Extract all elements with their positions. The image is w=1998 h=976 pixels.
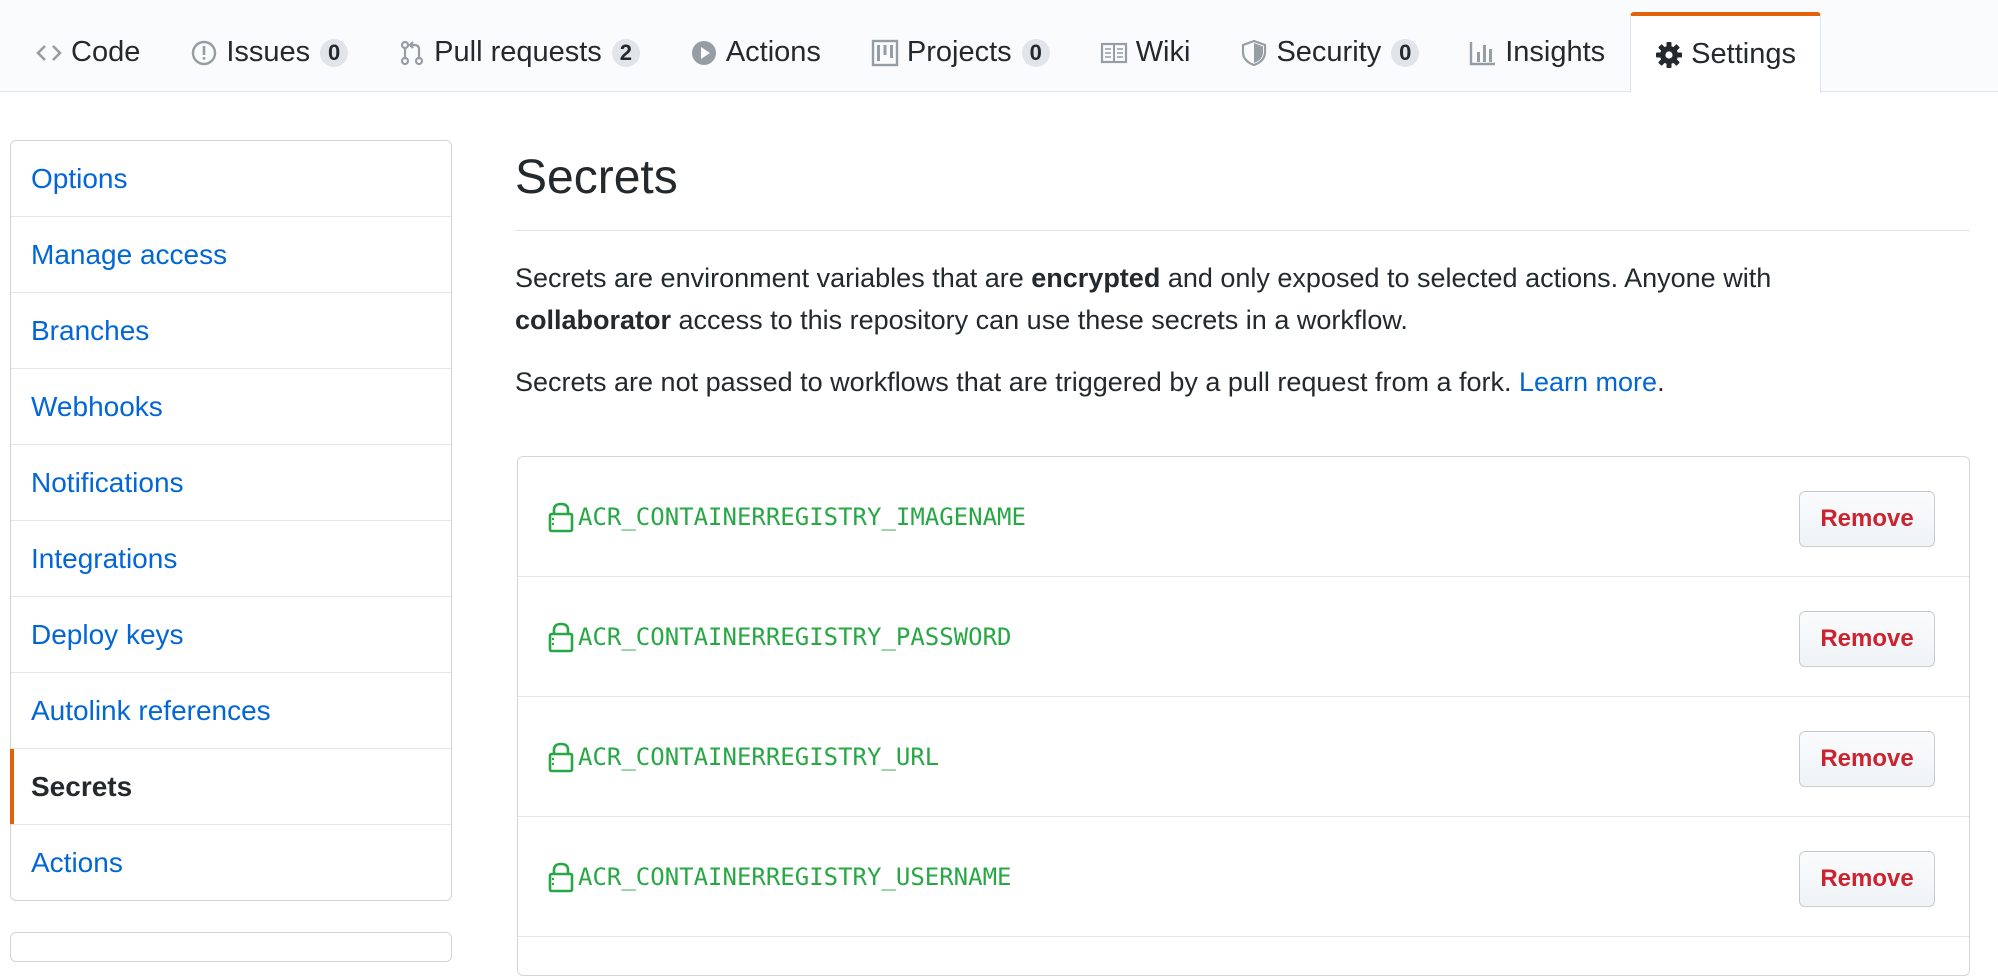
sidebar-item-actions[interactable]: Actions [11, 825, 451, 900]
tab-code[interactable]: Code [34, 12, 165, 92]
tab-pull-requests[interactable]: Pull requests 2 [373, 12, 665, 92]
shield-icon [1240, 39, 1268, 67]
tab-insights[interactable]: Insights [1444, 12, 1630, 92]
remove-secret-button[interactable]: Remove [1799, 491, 1935, 547]
tab-wiki[interactable]: Wiki [1075, 12, 1216, 92]
repo-nav: Code Issues 0 Pull requests 2 Actions Pr… [0, 0, 1998, 93]
tab-settings[interactable]: Settings [1630, 12, 1821, 93]
sidebar-item-deploy-keys[interactable]: Deploy keys [11, 597, 451, 673]
desc-text: access to this repository can use these … [671, 305, 1408, 335]
book-icon [1100, 39, 1128, 67]
issues-count-badge: 0 [320, 38, 349, 67]
tab-label: Wiki [1135, 36, 1191, 68]
desc-text: and only exposed to selected actions. An… [1160, 263, 1772, 293]
secret-name: ACR_CONTAINERREGISTRY_URL [578, 742, 940, 771]
page-title: Secrets [515, 140, 1970, 231]
secret-name: ACR_CONTAINERREGISTRY_USERNAME [578, 862, 1012, 891]
tab-label: Issues [226, 36, 311, 68]
lock-icon [548, 861, 574, 893]
lock-icon [548, 501, 574, 533]
repo-tabs: Code Issues 0 Pull requests 2 Actions Pr… [34, 12, 1821, 93]
projects-count-badge: 0 [1021, 38, 1050, 67]
secrets-description: Secrets are environment variables that a… [515, 257, 1970, 341]
play-icon [690, 39, 718, 67]
desc-bold-collaborator: collaborator [515, 305, 672, 335]
tab-label: Pull requests [434, 36, 602, 68]
secret-row: ACR_CONTAINERREGISTRY_PASSWORD Remove [518, 577, 1969, 697]
pull-requests-count-badge: 2 [611, 38, 640, 67]
graph-icon [1469, 39, 1497, 67]
lock-icon [548, 621, 574, 653]
secrets-list: ACR_CONTAINERREGISTRY_IMAGENAME Remove A… [517, 456, 1970, 976]
tab-issues[interactable]: Issues 0 [165, 12, 373, 92]
settings-sidebar: Options Manage access Branches Webhooks … [10, 140, 452, 901]
secret-row: ACR_CONTAINERREGISTRY_IMAGENAME Remove [518, 457, 1969, 577]
secret-row: ACR_CONTAINERREGISTRY_USERNAME Remove [518, 817, 1969, 937]
code-icon [35, 39, 63, 67]
security-count-badge: 0 [1391, 38, 1420, 67]
desc-text: Secrets are environment variables that a… [515, 263, 1032, 293]
fork-note: Secrets are not passed to workflows that… [515, 361, 1970, 403]
desc-bold-encrypted: encrypted [1031, 263, 1161, 293]
sidebar-item-notifications[interactable]: Notifications [11, 445, 451, 521]
project-icon [871, 39, 899, 67]
sidebar-item-options[interactable]: Options [11, 141, 451, 217]
gear-icon [1655, 41, 1683, 69]
pull-request-icon [398, 39, 426, 67]
sidebar-item-branches[interactable]: Branches [11, 293, 451, 369]
tab-actions[interactable]: Actions [665, 12, 846, 92]
sidebar-item-autolink-references[interactable]: Autolink references [11, 673, 451, 749]
secret-name: ACR_CONTAINERREGISTRY_IMAGENAME [578, 502, 1026, 531]
secondary-sidebar-box [10, 932, 452, 962]
secret-name: ACR_CONTAINERREGISTRY_PASSWORD [578, 622, 1012, 651]
learn-more-link[interactable]: Learn more [1519, 367, 1657, 397]
remove-secret-button[interactable]: Remove [1799, 731, 1935, 787]
lock-icon [548, 741, 574, 773]
tab-label: Code [71, 36, 141, 68]
tab-label: Actions [725, 36, 821, 68]
sidebar-item-webhooks[interactable]: Webhooks [11, 369, 451, 445]
sidebar-item-integrations[interactable]: Integrations [11, 521, 451, 597]
fork-note-text: Secrets are not passed to workflows that… [515, 367, 1519, 397]
tab-security[interactable]: Security 0 [1215, 12, 1444, 92]
secrets-main: Secrets Secrets are environment variable… [515, 140, 1970, 976]
tab-projects[interactable]: Projects 0 [846, 12, 1075, 92]
tab-label: Insights [1505, 36, 1606, 68]
secret-row: ACR_CONTAINERREGISTRY_URL Remove [518, 697, 1969, 817]
remove-secret-button[interactable]: Remove [1799, 611, 1935, 667]
tab-label: Projects [906, 36, 1012, 68]
sidebar-item-secrets[interactable]: Secrets [10, 749, 451, 825]
remove-secret-button[interactable]: Remove [1799, 851, 1935, 907]
tab-label: Settings [1691, 38, 1796, 70]
fork-note-end: . [1657, 367, 1665, 397]
tab-label: Security [1276, 36, 1382, 68]
issue-icon [190, 39, 218, 67]
sidebar-item-manage-access[interactable]: Manage access [11, 217, 451, 293]
